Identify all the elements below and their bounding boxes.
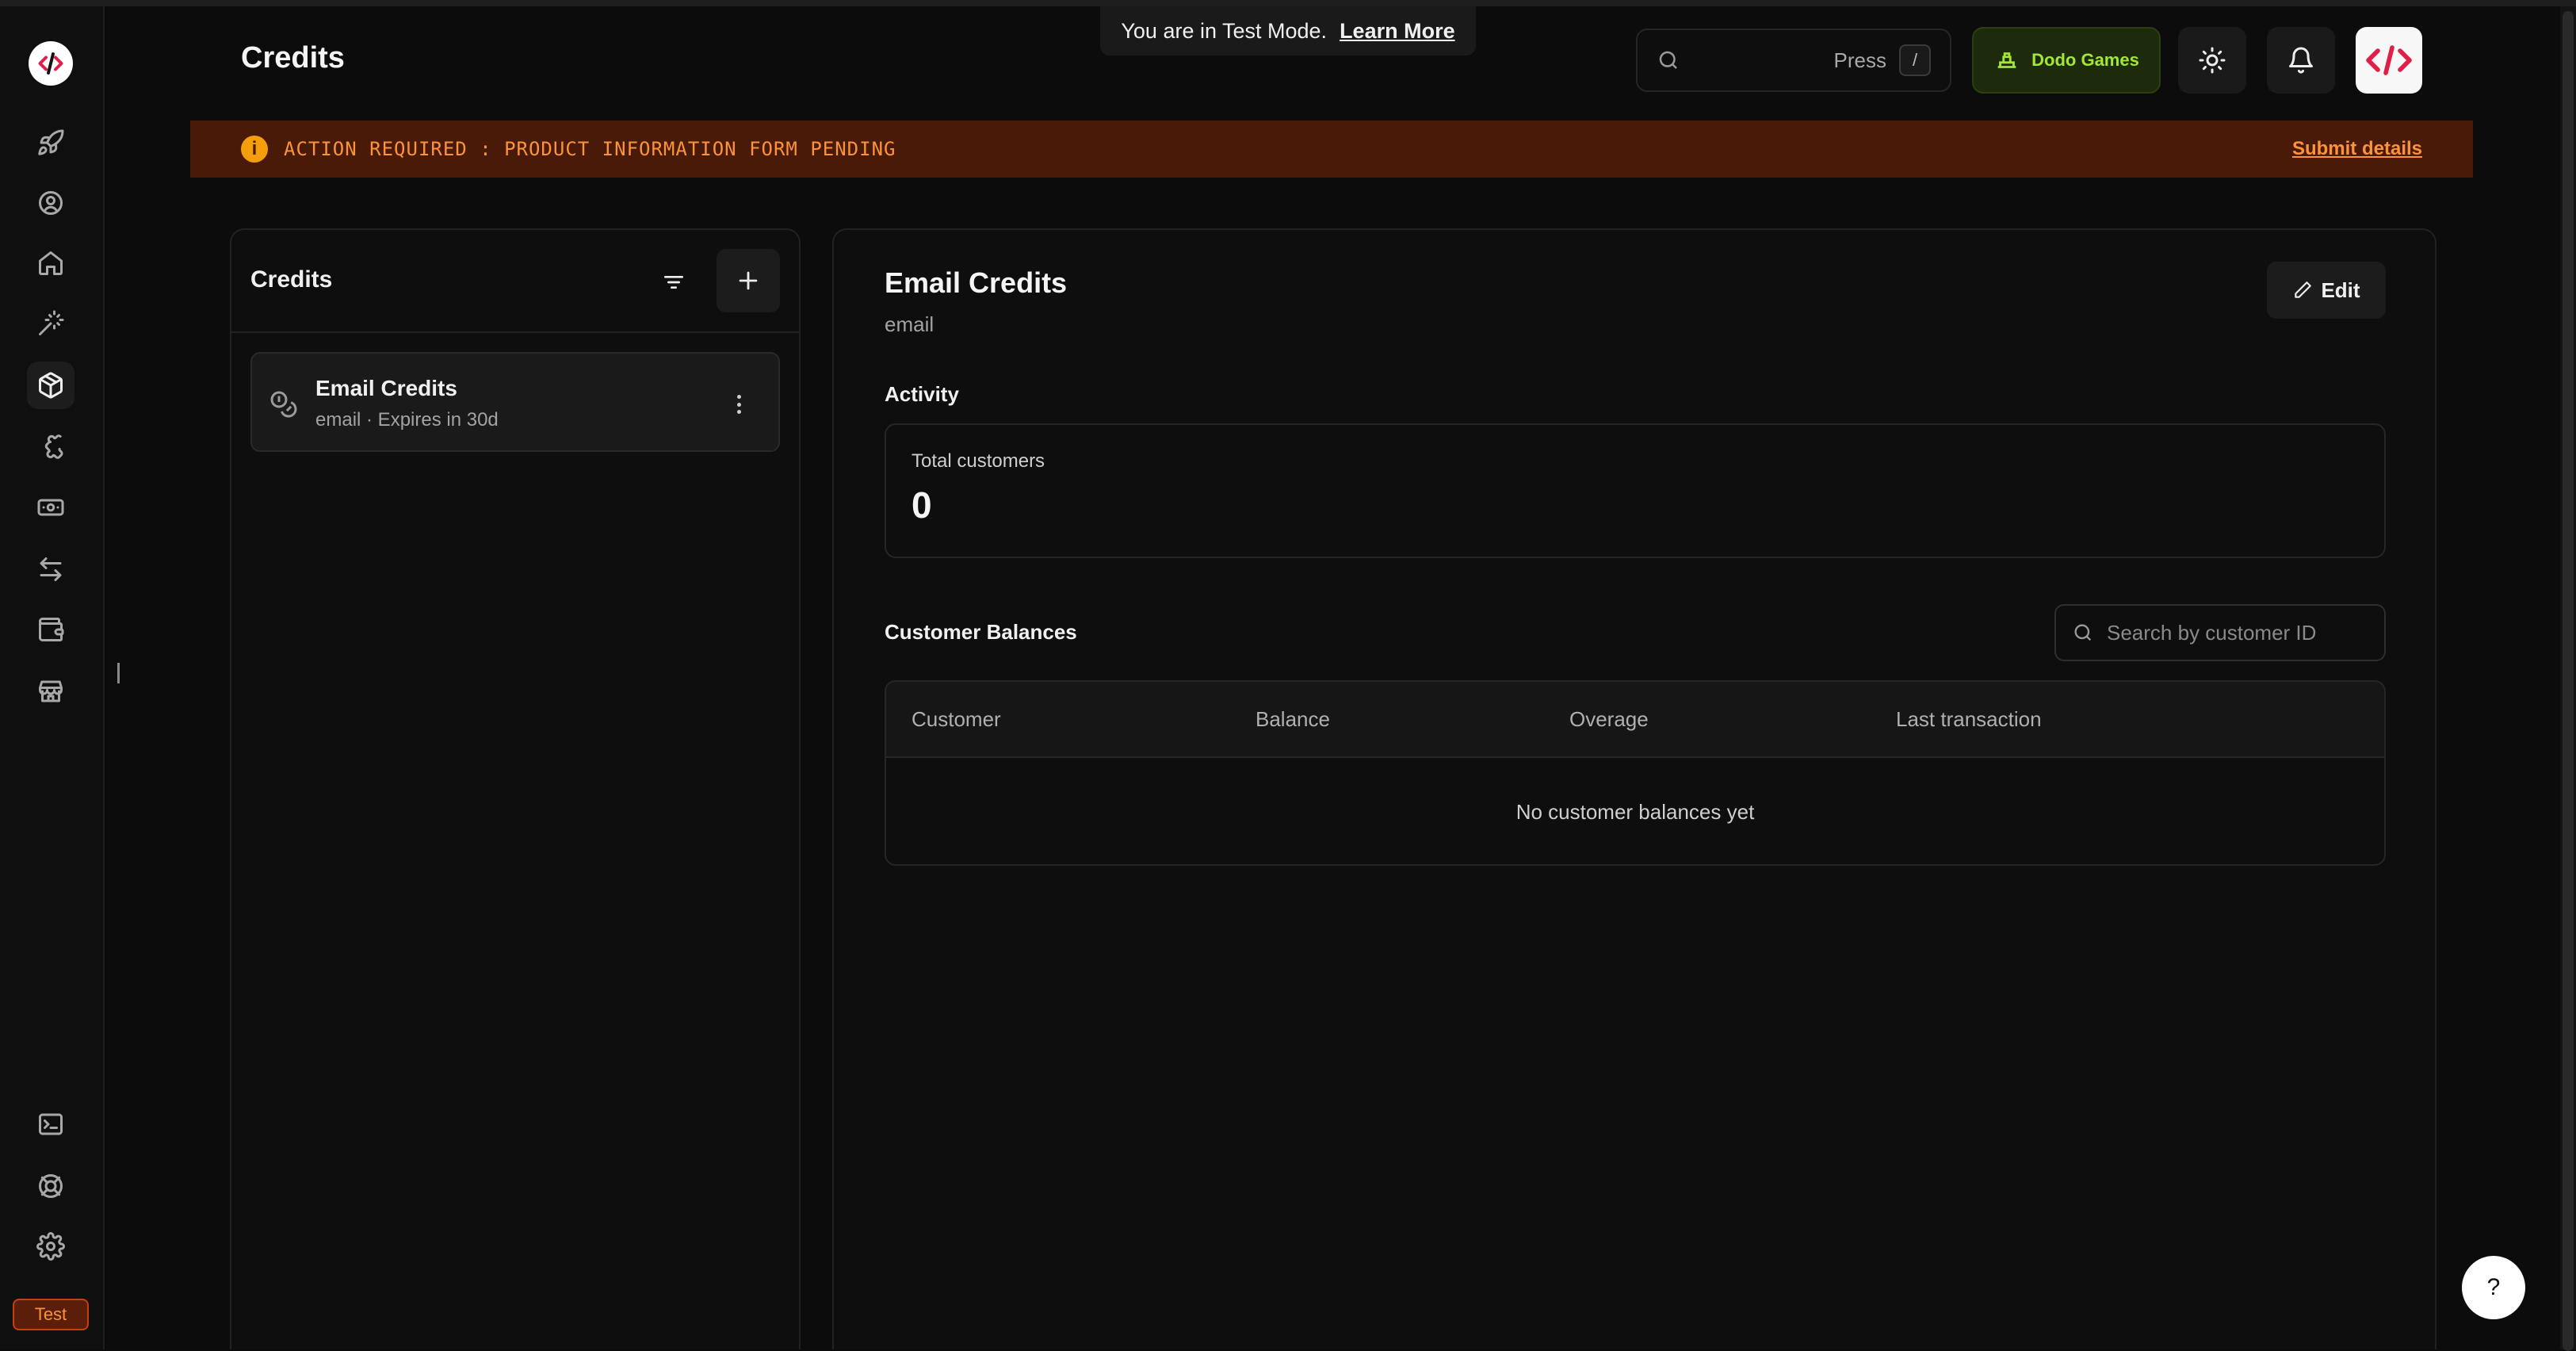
column-header-customer[interactable]: Customer (912, 707, 1001, 732)
sidebar-collapse-handle[interactable] (117, 663, 120, 683)
page-scrollbar[interactable] (2560, 6, 2576, 1351)
credit-item-name: Email Credits (315, 376, 457, 400)
credit-detail-subtitle: email (885, 312, 934, 336)
column-header-overage[interactable]: Overage (1569, 707, 1649, 732)
sidebar: Test (0, 6, 105, 1349)
nav-terminal-icon[interactable] (27, 1100, 75, 1148)
test-mode-text: You are in Test Mode. (1121, 18, 1328, 43)
account-avatar-icon (2366, 45, 2412, 75)
app-logo[interactable] (29, 41, 73, 86)
scrollbar-thumb[interactable] (2563, 11, 2574, 1351)
credit-detail-panel: Email Credits email Edit Activity Total … (832, 228, 2436, 1349)
business-name: Dodo Games (2031, 50, 2139, 70)
nav-puzzle-icon[interactable] (27, 422, 75, 469)
bell-icon (2289, 47, 2313, 74)
test-mode-bar: You are in Test Mode. Learn More (1100, 6, 1476, 55)
page-title: Credits (241, 41, 345, 75)
nav-magic-wand-icon[interactable] (27, 300, 75, 347)
nav-settings-icon[interactable] (27, 1223, 75, 1270)
banner-message: ACTION REQUIRED : PRODUCT INFORMATION FO… (284, 138, 896, 160)
mode-badge[interactable]: Test (13, 1299, 89, 1330)
nav-store-icon[interactable] (27, 668, 75, 715)
coins-icon (269, 390, 298, 419)
filter-icon (664, 276, 683, 289)
theme-toggle-button[interactable] (2178, 27, 2246, 94)
stat-label: Total customers (912, 450, 1045, 472)
nav-package-icon[interactable] (27, 362, 75, 409)
account-avatar-button[interactable] (2356, 27, 2422, 94)
nav-rocket-icon[interactable] (27, 119, 75, 166)
nav-wallet-icon[interactable] (27, 606, 75, 653)
credit-list-item[interactable]: Email Credits email · Expires in 30d (250, 352, 780, 452)
submit-details-link[interactable]: Submit details (2292, 138, 2422, 160)
top-edge (0, 0, 2576, 6)
credits-list-header: Credits (231, 230, 799, 333)
help-button[interactable]: ? (2462, 1256, 2525, 1319)
activity-heading: Activity (885, 382, 959, 406)
credit-detail-title: Email Credits (885, 266, 1068, 299)
learn-more-link[interactable]: Learn More (1340, 19, 1455, 44)
search-icon (1659, 51, 1677, 69)
column-header-last-transaction[interactable]: Last transaction (1896, 707, 2042, 732)
customer-balances-heading: Customer Balances (885, 620, 1077, 644)
edit-button[interactable]: Edit (2267, 262, 2386, 319)
global-search[interactable]: Press / (1636, 29, 1951, 92)
edit-label: Edit (2321, 277, 2360, 302)
info-icon: i (241, 136, 268, 163)
credits-list-title: Credits (250, 266, 333, 293)
stat-value: 0 (912, 484, 932, 526)
table-header: Customer Balance Overage Last transactio… (886, 682, 2384, 758)
notifications-button[interactable] (2267, 27, 2335, 94)
search-icon (2074, 624, 2092, 641)
nav-lifebuoy-icon[interactable] (27, 1162, 75, 1210)
table-empty-state: No customer balances yet (1515, 799, 1755, 824)
search-shortcut-key: / (1899, 44, 1931, 76)
business-switcher-button[interactable]: Dodo Games (1972, 27, 2161, 94)
nav-arrows-transfer-icon[interactable] (27, 545, 75, 593)
action-required-banner: i ACTION REQUIRED : PRODUCT INFORMATION … (190, 121, 2473, 178)
nav-user-target-icon[interactable] (27, 179, 75, 227)
nav-banknote-icon[interactable] (27, 484, 75, 531)
nav-home-icon[interactable] (27, 239, 75, 287)
column-header-balance[interactable]: Balance (1256, 707, 1330, 732)
customer-balances-table: Customer Balance Overage Last transactio… (885, 680, 2386, 866)
customer-search[interactable] (2054, 604, 2386, 661)
business-logo-icon (1997, 52, 2016, 68)
sun-icon (2199, 47, 2226, 74)
filter-button[interactable] (658, 266, 690, 298)
customer-search-input[interactable] (2107, 620, 2368, 645)
total-customers-card: Total customers 0 (885, 423, 2386, 558)
add-credit-button[interactable] (717, 249, 780, 312)
search-hint: Press (1833, 48, 1886, 72)
pencil-icon (2295, 281, 2312, 298)
plus-icon (739, 271, 758, 290)
credit-item-subtitle: email · Expires in 30d (315, 409, 499, 431)
code-logo-icon (38, 52, 63, 75)
more-options-icon[interactable] (731, 390, 747, 419)
credits-list-panel: Credits Email Credits email · Expires in… (230, 228, 801, 1349)
